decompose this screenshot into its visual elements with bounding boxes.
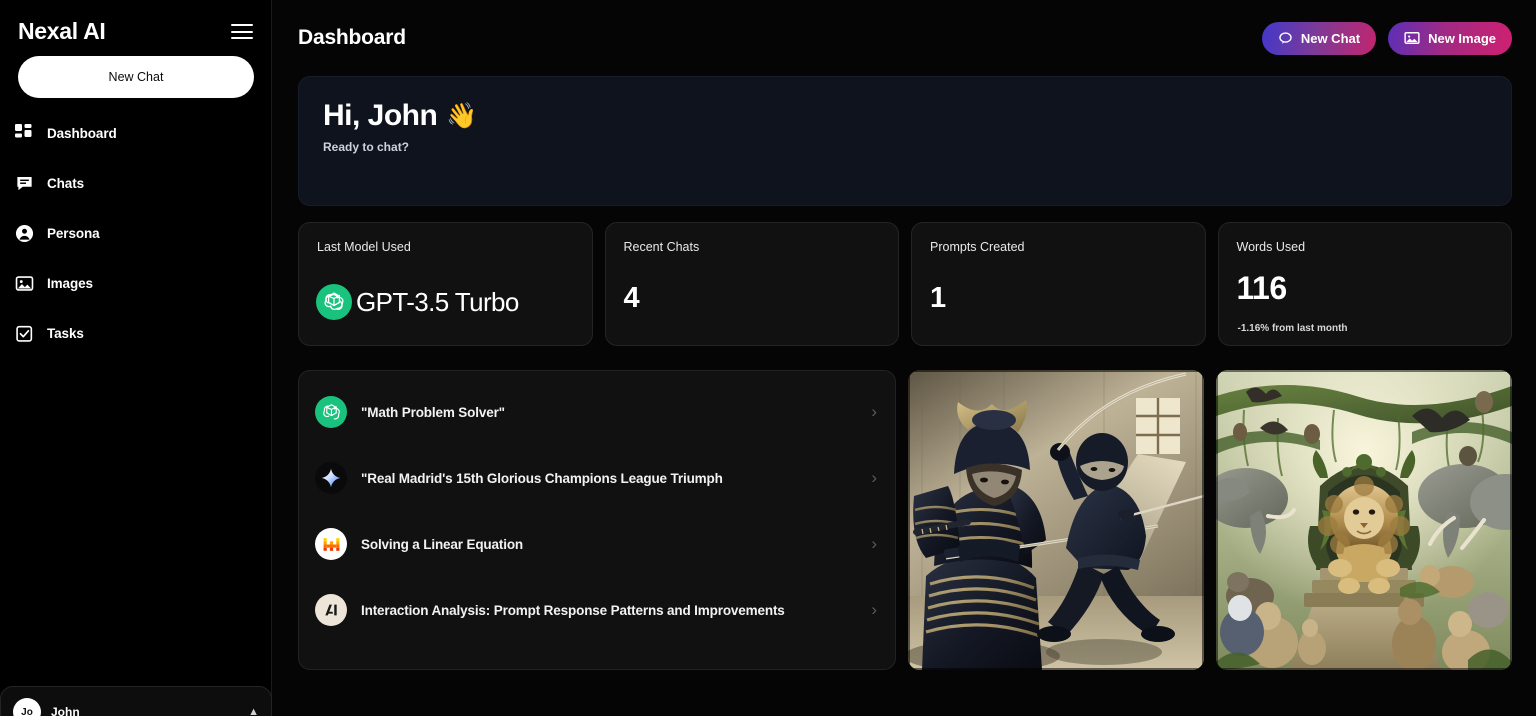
list-item-label: "Math Problem Solver" (361, 404, 505, 420)
chevron-right-icon: › (871, 600, 877, 619)
sidebar-item-label: Images (47, 275, 93, 291)
list-item[interactable]: "Real Madrid's 15th Glorious Champions L… (299, 445, 895, 511)
sidebar-item-images[interactable]: Images (0, 266, 272, 300)
sidebar-nav: Dashboard Chats Persona Images Tasks (0, 116, 272, 366)
openai-icon (315, 396, 347, 428)
stat-value: 4 (623, 282, 640, 314)
sidebar-item-label: Persona (47, 225, 100, 241)
welcome-subtitle: Ready to chat? (323, 140, 410, 154)
list-item[interactable]: "Math Problem Solver" › (299, 379, 895, 445)
image-icon (1404, 30, 1420, 46)
chevron-right-icon: › (871, 534, 877, 553)
anthropic-icon (315, 594, 347, 626)
list-item-label: Interaction Analysis: Prompt Response Pa… (361, 602, 785, 618)
topbar: Dashboard New Chat New Image (272, 0, 1536, 76)
stat-label: Recent Chats (623, 240, 700, 254)
hamburger-icon[interactable] (231, 23, 253, 39)
sidebar-header: Nexal AI (0, 0, 271, 48)
stats-row: Last Model Used GPT-3.5 Turbo Recent Cha… (298, 222, 1512, 346)
sidebar-item-label: Tasks (47, 325, 84, 341)
sidebar-item-dashboard[interactable]: Dashboard (0, 116, 272, 150)
samurai-ninja-image (908, 370, 1204, 670)
stat-value: 116 (1236, 270, 1288, 306)
mistral-icon (315, 528, 347, 560)
sidebar-item-chats[interactable]: Chats (0, 166, 272, 200)
chevron-up-icon: ▲ (248, 706, 259, 716)
task-checkbox-icon (14, 323, 34, 343)
lower-row: "Math Problem Solver" › "Real Madrid's 1… (298, 370, 1512, 670)
chevron-right-icon: › (871, 402, 877, 421)
main-content: Dashboard New Chat New Image Hi, John 👋 … (272, 0, 1536, 716)
page-title: Dashboard (298, 26, 406, 49)
sidebar: Nexal AI New Chat Dashboard Chats Person… (0, 0, 272, 716)
stat-label: Last Model Used (317, 240, 411, 254)
stat-label: Words Used (1236, 240, 1306, 254)
stat-value: GPT-3.5 Turbo (356, 286, 519, 317)
sidebar-item-tasks[interactable]: Tasks (0, 316, 272, 350)
lion-king-throne-image (1216, 370, 1512, 670)
dashboard-icon (14, 123, 34, 143)
stat-card-words-used: Words Used 116 -1.16% from last month (1217, 222, 1512, 346)
stat-card-last-model: Last Model Used GPT-3.5 Turbo (298, 222, 593, 346)
sidebar-item-label: Dashboard (47, 125, 117, 141)
chat-bubble-icon (1278, 31, 1293, 46)
chevron-right-icon: › (871, 468, 877, 487)
generated-image-card[interactable] (908, 370, 1204, 670)
stat-card-prompts-created: Prompts Created 1 (911, 222, 1206, 346)
sidebar-item-label: Chats (47, 175, 85, 191)
waving-hand-icon: 👋 (446, 101, 477, 130)
dashboard-body: Hi, John 👋 Ready to chat? Last Model Use… (272, 76, 1536, 670)
list-item[interactable]: Interaction Analysis: Prompt Response Pa… (299, 577, 895, 643)
chat-bubble-icon (14, 173, 34, 193)
gemini-icon (315, 462, 347, 494)
user-name: John (51, 705, 80, 716)
openai-icon (316, 284, 352, 320)
avatar: Jo (13, 698, 41, 716)
new-chat-button-top[interactable]: New Chat (1261, 21, 1377, 55)
topbar-actions: New Chat New Image (1261, 21, 1512, 55)
new-chat-button[interactable]: New Chat (18, 56, 254, 98)
person-circle-icon (14, 223, 34, 243)
brand-title: Nexal AI (18, 17, 106, 44)
welcome-greeting: Hi, John 👋 (323, 99, 1487, 133)
new-image-button-top[interactable]: New Image (1388, 21, 1512, 55)
generated-image-card[interactable] (1216, 370, 1512, 670)
recent-chats-card: "Math Problem Solver" › "Real Madrid's 1… (298, 370, 896, 670)
sidebar-item-persona[interactable]: Persona (0, 216, 272, 250)
greeting-text: Hi, John (323, 99, 438, 132)
list-item-label: Solving a Linear Equation (361, 536, 524, 552)
image-icon (14, 273, 34, 293)
stat-value-group: GPT-3.5 Turbo (316, 284, 519, 320)
app-root: Nexal AI New Chat Dashboard Chats Person… (0, 0, 1536, 716)
welcome-banner: Hi, John 👋 Ready to chat? (298, 76, 1512, 206)
button-label: New Image (1428, 30, 1496, 46)
stat-label: Prompts Created (930, 240, 1025, 254)
stat-delta: -1.16% from last month (1237, 323, 1348, 334)
list-item-label: "Real Madrid's 15th Glorious Champions L… (361, 470, 723, 486)
list-item[interactable]: Solving a Linear Equation › (299, 511, 895, 577)
stat-value: 1 (930, 282, 946, 314)
stat-card-recent-chats: Recent Chats 4 (604, 222, 899, 346)
button-label: New Chat (1300, 30, 1361, 46)
user-account-button[interactable]: Jo John ▲ (0, 686, 272, 716)
